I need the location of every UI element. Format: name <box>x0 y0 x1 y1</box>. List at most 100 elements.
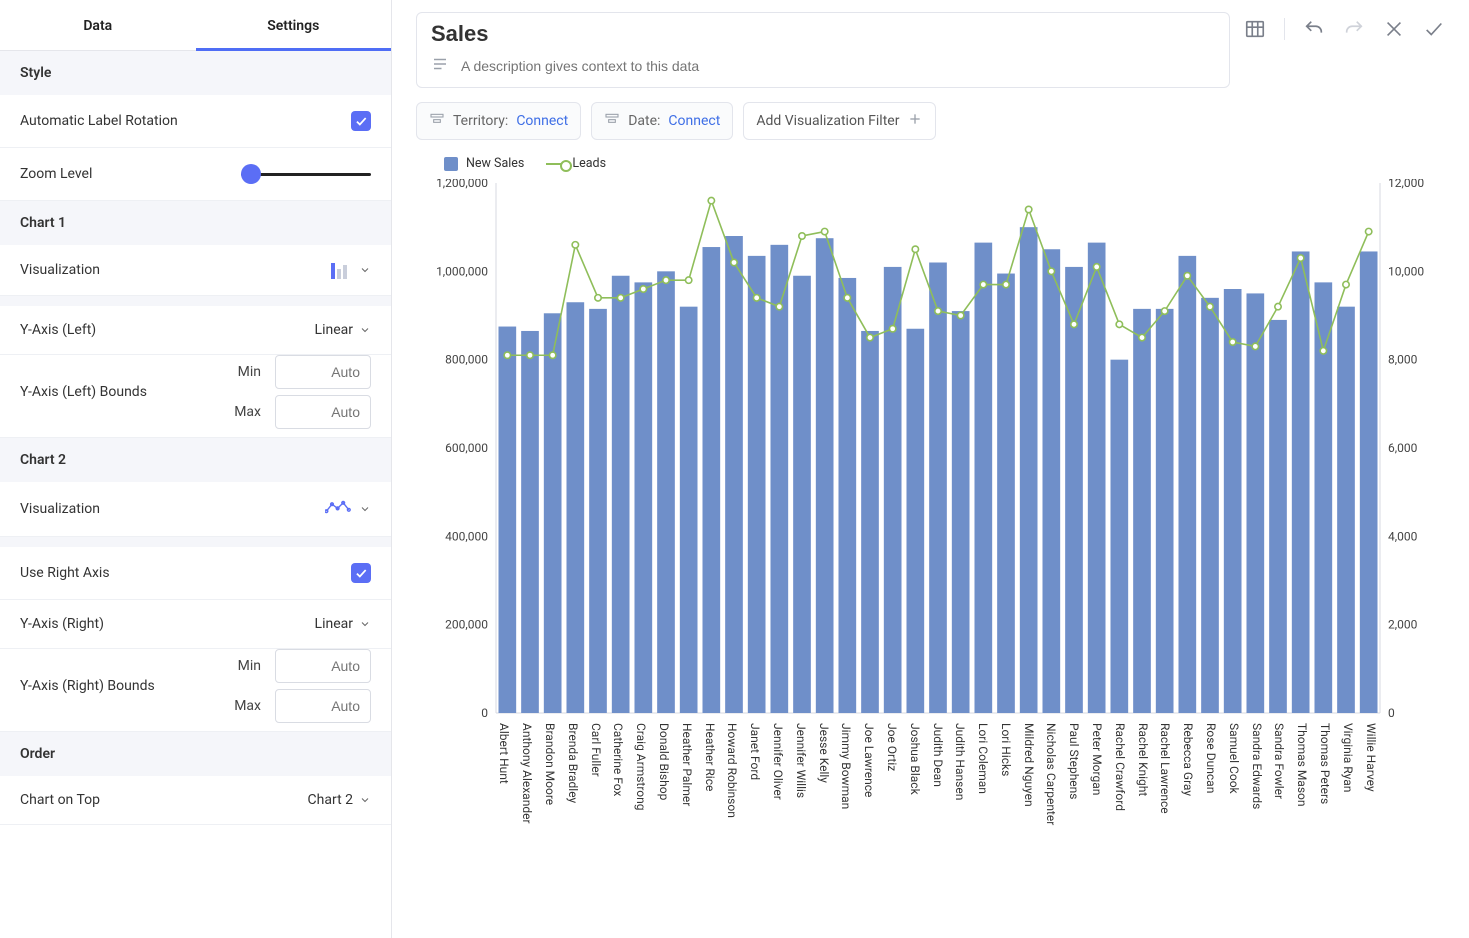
row-y-right: Y-Axis (Right) Linear <box>0 600 391 649</box>
y-left-min-label: Min <box>238 364 261 380</box>
chart-title-input[interactable] <box>431 21 1215 47</box>
section-order: Order <box>0 732 391 776</box>
chart1-visualization-select[interactable] <box>331 261 371 279</box>
plus-icon <box>907 111 923 131</box>
sidebar-tabs: Data Settings <box>0 0 391 51</box>
y-left-min-input[interactable] <box>275 355 371 389</box>
filter-territory-key: Territory: <box>453 113 508 129</box>
chart-on-top-value: Chart 2 <box>308 792 353 808</box>
svg-text:4,000: 4,000 <box>1388 529 1418 543</box>
svg-text:8,000: 8,000 <box>1388 353 1418 367</box>
chart-on-top-label: Chart on Top <box>20 792 100 808</box>
x-axis-label: Heather Palmer <box>680 723 694 806</box>
x-axis-label: Joe Lawrence <box>862 723 876 797</box>
zoom-level-slider[interactable] <box>241 164 371 184</box>
x-axis-label: Albert Hunt <box>497 723 511 784</box>
chart-svg: 0200,000400,000600,000800,0001,000,0001,… <box>426 179 1435 719</box>
x-axis-label: Anthony Alexander <box>520 723 534 824</box>
section-chart1: Chart 1 <box>0 201 391 245</box>
chart-description-input[interactable] <box>461 58 1215 74</box>
row-y-left: Y-Axis (Left) Linear <box>0 306 391 355</box>
x-axis-label: Samuel Cook <box>1227 723 1241 794</box>
undo-icon[interactable] <box>1303 18 1325 40</box>
x-axis-label: Lori Coleman <box>976 723 990 794</box>
use-right-axis-label: Use Right Axis <box>20 565 110 581</box>
filter-bar: Territory: Connect Date: Connect Add Vis… <box>416 102 1445 140</box>
x-axis-label: Judith Dean <box>931 723 945 787</box>
filter-chip-date[interactable]: Date: Connect <box>591 102 733 140</box>
legend-item-new-sales[interactable]: New Sales <box>444 156 524 171</box>
y-right-min-label: Min <box>238 658 261 674</box>
row-zoom-level: Zoom Level <box>0 148 391 201</box>
chart-legend: New Sales Leads <box>416 148 1445 175</box>
x-axis-label: Virginia Ryan <box>1341 723 1355 792</box>
chart1-visualization-label: Visualization <box>20 262 100 278</box>
x-axis-label: Sandra Edwards <box>1250 723 1264 809</box>
y-right-max-input[interactable] <box>275 689 371 723</box>
x-axis-label: Rebecca Gray <box>1181 723 1195 796</box>
chart2-visualization-select[interactable] <box>325 498 371 520</box>
y-left-scale-value: Linear <box>315 322 353 338</box>
svg-text:1,000,000: 1,000,000 <box>436 264 488 278</box>
close-icon[interactable] <box>1383 18 1405 40</box>
x-axis-label: Nicholas Carpenter <box>1044 723 1058 825</box>
y-left-bounds-group: Y-Axis (Left) Bounds Min Max <box>0 355 391 438</box>
x-axis-labels: Albert HuntAnthony AlexanderBrandon Moor… <box>496 719 1385 879</box>
y-right-scale-select[interactable]: Linear <box>315 616 371 632</box>
svg-text:2,000: 2,000 <box>1388 618 1418 632</box>
x-axis-label: Howard Robinson <box>725 723 739 818</box>
svg-text:6,000: 6,000 <box>1388 441 1418 455</box>
title-bar <box>416 12 1445 88</box>
redo-icon[interactable] <box>1343 18 1365 40</box>
y-right-label: Y-Axis (Right) <box>20 616 104 632</box>
legend-swatch-bar <box>444 157 458 171</box>
y-right-min-input[interactable] <box>275 649 371 683</box>
svg-text:0: 0 <box>481 706 488 719</box>
x-axis-label: Rachel Crawford <box>1113 723 1127 811</box>
line-chart-icon <box>325 498 353 520</box>
x-axis-label: Mildred Nguyen <box>1022 723 1036 807</box>
tab-settings[interactable]: Settings <box>196 0 392 50</box>
x-axis-label: Jimmy Bowman <box>839 723 853 809</box>
x-axis-label: Sandra Fowler <box>1272 723 1286 799</box>
filter-chip-territory[interactable]: Territory: Connect <box>416 102 581 140</box>
x-axis-label: Craig Armstrong <box>634 723 648 811</box>
legend-swatch-line <box>546 163 564 165</box>
legend-item-leads[interactable]: Leads <box>546 156 606 171</box>
tab-data[interactable]: Data <box>0 0 196 50</box>
x-axis-label: Jesse Kelly <box>817 723 831 783</box>
chevron-down-icon <box>359 618 371 630</box>
y-right-bounds-label: Y-Axis (Right) Bounds <box>0 674 234 698</box>
confirm-icon[interactable] <box>1423 18 1445 40</box>
table-view-icon[interactable] <box>1244 18 1266 40</box>
filter-date-key: Date: <box>628 113 660 129</box>
filter-date-value[interactable]: Connect <box>668 113 720 129</box>
main-panel: Territory: Connect Date: Connect Add Vis… <box>392 0 1469 938</box>
x-axis-label: Jennifer Willis <box>794 723 808 798</box>
x-axis-label: Judith Hansen <box>953 723 967 800</box>
add-filter-button[interactable]: Add Visualization Filter <box>743 102 936 140</box>
x-axis-label: Thomas Mason <box>1295 723 1309 807</box>
x-axis-label: Joe Ortiz <box>885 723 899 771</box>
use-right-axis-checkbox[interactable] <box>351 563 371 583</box>
x-axis-label: Lori Hicks <box>999 723 1013 776</box>
svg-text:400,000: 400,000 <box>445 529 488 543</box>
svg-text:600,000: 600,000 <box>445 441 488 455</box>
section-style: Style <box>0 51 391 95</box>
y-left-max-label: Max <box>234 404 261 420</box>
filter-territory-value[interactable]: Connect <box>516 113 568 129</box>
x-axis-label: Brenda Bradley <box>566 723 580 803</box>
y-left-max-input[interactable] <box>275 395 371 429</box>
title-box <box>416 12 1230 88</box>
chart-on-top-select[interactable]: Chart 2 <box>308 792 371 808</box>
x-axis-label: Donald Bishop <box>657 723 671 800</box>
toolbar-actions <box>1244 12 1445 40</box>
auto-label-rotation-checkbox[interactable] <box>351 111 371 131</box>
chart-area: 0200,000400,000600,000800,0001,000,0001,… <box>416 175 1445 938</box>
svg-text:1,200,000: 1,200,000 <box>436 179 488 190</box>
y-left-scale-select[interactable]: Linear <box>315 322 371 338</box>
row-chart-on-top: Chart on Top Chart 2 <box>0 776 391 825</box>
settings-sidebar: Data Settings Style Automatic Label Rota… <box>0 0 392 938</box>
x-axis-label: Carl Fuller <box>589 723 603 777</box>
x-axis-label: Catherine Fox <box>611 723 625 796</box>
